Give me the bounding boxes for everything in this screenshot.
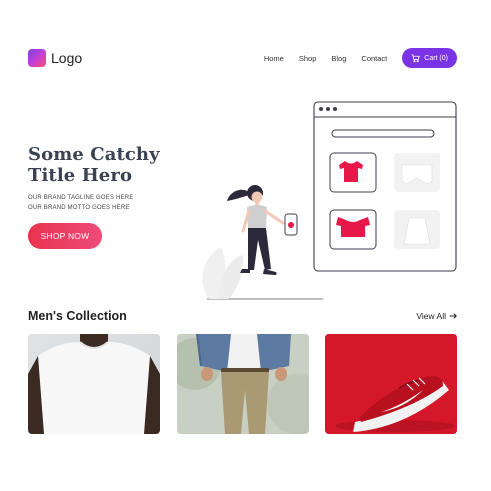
main-nav: Home Shop Blog Contact Cart (0) <box>264 48 457 68</box>
cart-button[interactable]: Cart (0) <box>402 48 457 68</box>
logo-text: Logo <box>51 50 83 66</box>
denim-jacket-image <box>177 334 309 434</box>
view-all-label: View All <box>416 311 446 321</box>
arrow-right-icon <box>449 313 457 319</box>
product-card-denim-jacket[interactable] <box>177 334 309 434</box>
hero-illustration <box>202 101 457 300</box>
red-sneaker-image <box>325 334 457 434</box>
cart-icon <box>411 53 420 62</box>
cart-label: Cart (0) <box>424 54 448 62</box>
hero-tagline: OUR BRAND TAGLINE GOES HERE <box>28 195 134 201</box>
nav-link-shop[interactable]: Shop <box>299 54 317 63</box>
nav-link-contact[interactable]: Contact <box>361 54 387 63</box>
collection-title: Men's Collection <box>28 309 127 323</box>
product-card-white-tshirt[interactable] <box>28 334 160 434</box>
hero-motto: OUR BRAND MOTTO GOES HERE <box>28 205 130 211</box>
hero-title: Some Catchy Title Hero <box>28 144 160 186</box>
logo[interactable]: Logo <box>28 49 82 67</box>
shop-now-button[interactable]: SHOP NOW <box>28 223 102 249</box>
logo-mark <box>28 49 46 67</box>
nav-link-blog[interactable]: Blog <box>331 54 346 63</box>
view-all-link[interactable]: View All <box>416 311 457 321</box>
nav-link-home[interactable]: Home <box>264 54 284 63</box>
white-tshirt-image <box>28 334 160 434</box>
product-card-red-sneaker[interactable] <box>325 334 457 434</box>
